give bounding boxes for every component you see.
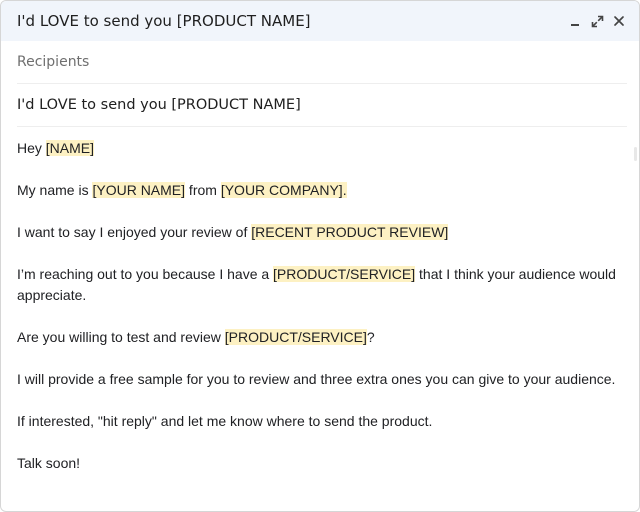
message-body[interactable]: Hey [NAME] My name is [YOUR NAME] from [… (1, 127, 639, 474)
compose-window: I'd LOVE to send you [PRODUCT NAME] Reci… (0, 0, 640, 512)
product-service-placeholder: [PRODUCT/SERVICE] (273, 266, 416, 282)
your-name-placeholder: [YOUR NAME] (92, 182, 186, 198)
cta-paragraph: If interested, "hit reply" and let me kn… (17, 413, 433, 429)
your-company-placeholder: [YOUR COMPANY]. (220, 182, 347, 198)
greeting-paragraph: Hey [NAME] (17, 140, 95, 156)
compose-title-bar[interactable]: I'd LOVE to send you [PRODUCT NAME] (1, 1, 639, 41)
intro-paragraph: My name is [YOUR NAME] from [YOUR COMPAN… (17, 182, 347, 198)
product-service-placeholder: [PRODUCT/SERVICE] (224, 329, 367, 345)
close-icon[interactable] (611, 13, 627, 29)
signoff-paragraph: Talk soon! (17, 455, 81, 471)
ask-paragraph: Are you willing to test and review [PROD… (17, 329, 375, 345)
scrollbar[interactable] (634, 147, 637, 161)
recipients-field[interactable]: Recipients (17, 41, 627, 84)
name-placeholder: [NAME] (45, 140, 95, 156)
pop-out-icon[interactable] (589, 13, 605, 29)
reason-paragraph: I’m reaching out to you because I have a… (17, 266, 616, 303)
review-paragraph: I want to say I enjoyed your review of [… (17, 224, 449, 240)
subject-field[interactable]: I'd LOVE to send you [PRODUCT NAME] (17, 84, 627, 127)
recipients-placeholder: Recipients (17, 54, 90, 70)
recent-review-placeholder: [RECENT PRODUCT REVIEW] (251, 224, 449, 240)
minimize-icon[interactable] (567, 13, 583, 29)
subject-text: I'd LOVE to send you [PRODUCT NAME] (17, 97, 301, 113)
compose-title: I'd LOVE to send you [PRODUCT NAME] (17, 12, 311, 30)
offer-paragraph: I will provide a free sample for you to … (17, 371, 616, 387)
window-controls (567, 13, 627, 29)
